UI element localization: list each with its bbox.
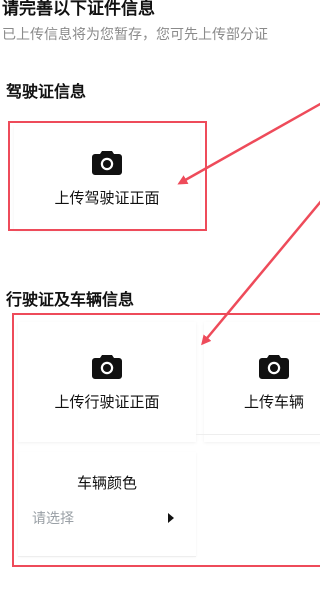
annotation-box-vehicle [12,313,320,567]
section-title-vehicle: 行驶证及车辆信息 [6,290,135,309]
page-title: 请完善以下证件信息 [2,0,155,19]
section-title-driver-license: 驾驶证信息 [6,82,87,101]
annotation-box-driver-license [8,121,207,231]
page-subtitle: 已上传信息将为您暂存，您可先上传部分证 [2,27,268,43]
page: 请完善以下证件信息 已上传信息将为您暂存，您可先上传部分证 驾驶证信息 上传驾驶… [0,0,320,600]
